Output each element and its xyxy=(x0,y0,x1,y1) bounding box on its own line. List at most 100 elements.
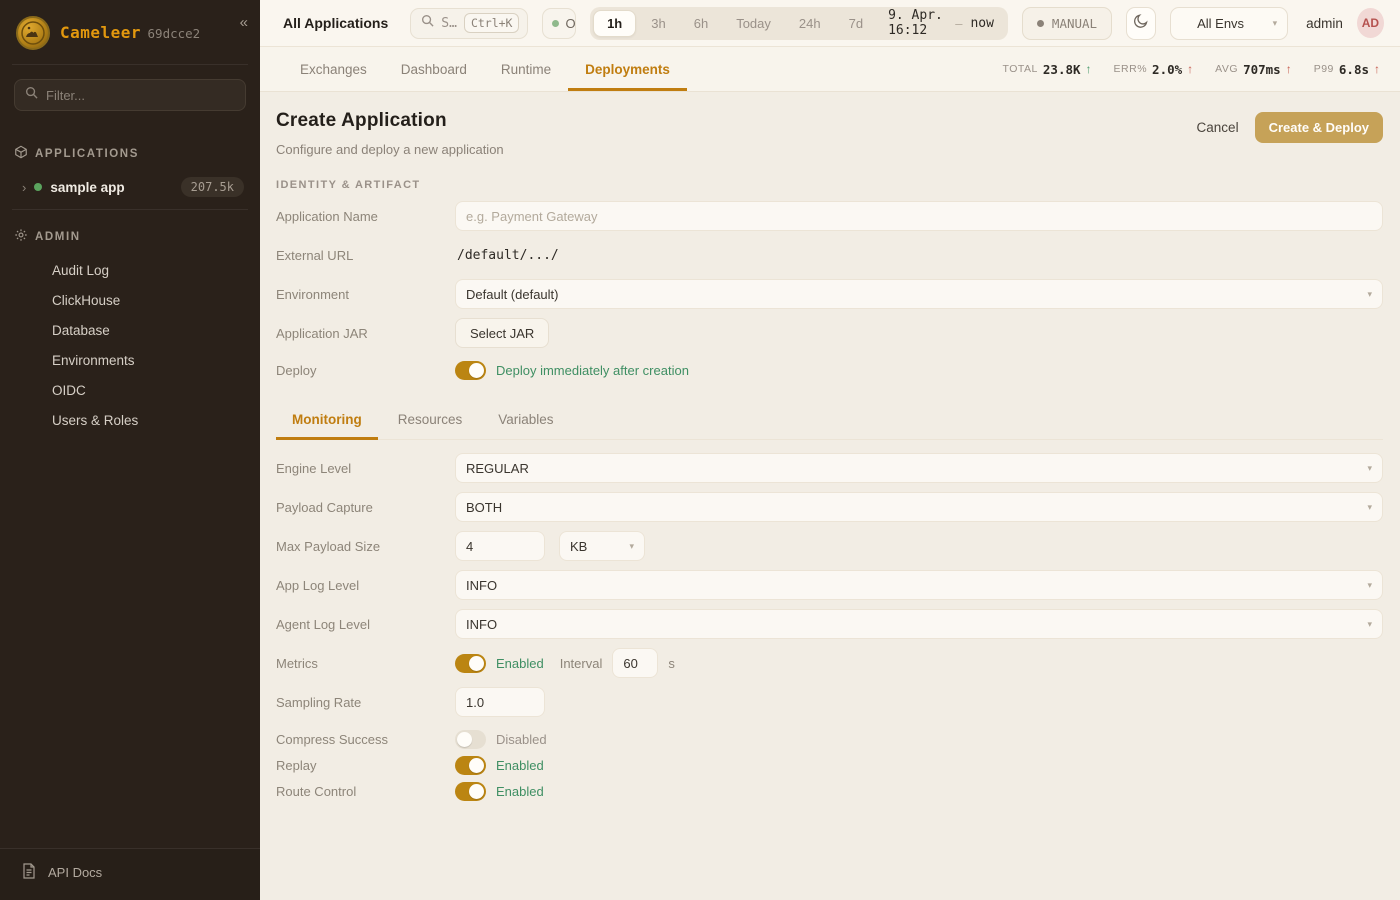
interval-input[interactable] xyxy=(612,648,658,678)
cancel-button[interactable]: Cancel xyxy=(1197,120,1239,135)
admin-section-header: ADMIN xyxy=(12,220,248,253)
time-from: 9. Apr. 16:12 xyxy=(888,8,947,38)
sidebar-item-clickhouse[interactable]: ClickHouse xyxy=(52,285,248,315)
sidebar-item-audit-log[interactable]: Audit Log xyxy=(52,255,248,285)
trend-up-icon: ↑ xyxy=(1374,62,1380,76)
scope-label: All Applications xyxy=(283,15,388,31)
tab-exchanges[interactable]: Exchanges xyxy=(283,47,384,91)
manual-label: MANUAL xyxy=(1052,16,1097,31)
trend-up-icon: ↑ xyxy=(1286,62,1292,76)
select-jar-button[interactable]: Select JAR xyxy=(455,318,549,348)
agent-log-level-select[interactable]: INFO ▾ xyxy=(455,609,1383,639)
max-payload-size-input[interactable] xyxy=(455,531,545,561)
environment-label: Environment xyxy=(276,287,455,302)
route-control-state: Enabled xyxy=(496,784,544,799)
app-log-level-value: INFO xyxy=(466,578,497,593)
stat-p99: P99 6.8s ↑ xyxy=(1314,62,1380,77)
agent-log-level-value: INFO xyxy=(466,617,497,632)
environment-filter-select[interactable]: All Envs ▾ xyxy=(1170,7,1288,40)
top-header: All Applications S… Ctrl+K O 1h 3h 6h To… xyxy=(260,0,1400,47)
app-name: sample app xyxy=(50,180,172,195)
refresh-mode-button[interactable]: MANUAL xyxy=(1022,7,1112,40)
tab-deployments[interactable]: Deployments xyxy=(568,47,687,91)
deploy-label: Deploy xyxy=(276,363,455,378)
tab-dashboard[interactable]: Dashboard xyxy=(384,47,484,91)
sidebar-item-database[interactable]: Database xyxy=(52,315,248,345)
route-control-toggle[interactable] xyxy=(455,782,486,801)
engine-level-value: REGULAR xyxy=(466,461,529,476)
create-deploy-button[interactable]: Create & Deploy xyxy=(1255,112,1383,143)
time-range-24h[interactable]: 24h xyxy=(786,11,834,36)
sidebar-collapse-icon[interactable]: « xyxy=(240,14,248,31)
sidebar-item-environments[interactable]: Environments xyxy=(52,345,248,375)
cube-icon xyxy=(14,145,28,162)
environment-select[interactable]: Default (default) ▾ xyxy=(455,279,1383,309)
content-panel: Create Application Configure and deploy … xyxy=(260,92,1400,900)
time-separator: – xyxy=(955,16,962,31)
manual-dot xyxy=(1037,20,1044,27)
metrics-toggle[interactable] xyxy=(455,654,486,673)
deploy-toggle-text: Deploy immediately after creation xyxy=(496,363,689,378)
time-range-7d[interactable]: 7d xyxy=(836,11,876,36)
brand-name: Cameleer xyxy=(60,23,141,42)
sampling-rate-label: Sampling Rate xyxy=(276,695,455,710)
sidebar-footer: API Docs xyxy=(0,848,260,900)
deploy-toggle[interactable] xyxy=(455,361,486,380)
page-title: Create Application xyxy=(276,110,504,132)
subtab-resources[interactable]: Resources xyxy=(382,403,479,440)
time-range-display[interactable]: 9. Apr. 16:12 – now xyxy=(888,8,994,38)
time-range-6h[interactable]: 6h xyxy=(681,11,721,36)
app-log-level-select[interactable]: INFO ▾ xyxy=(455,570,1383,600)
search-placeholder-text: S… xyxy=(441,16,457,31)
chevron-down-icon: ▾ xyxy=(1367,289,1372,300)
trend-up-icon: ↑ xyxy=(1187,62,1193,76)
sidebar-item-users-roles[interactable]: Users & Roles xyxy=(52,405,248,435)
stat-err: ERR% 2.0% ↑ xyxy=(1114,62,1194,77)
subtab-monitoring[interactable]: Monitoring xyxy=(276,403,378,440)
subtab-variables[interactable]: Variables xyxy=(482,403,569,440)
sidebar-filter[interactable] xyxy=(14,79,246,111)
external-url-value: /default/.../ xyxy=(455,248,559,263)
identity-section-title: IDENTITY & ARTIFACT xyxy=(276,179,1383,191)
chevron-right-icon[interactable]: › xyxy=(22,180,26,195)
stat-avg: AVG 707ms ↑ xyxy=(1215,62,1292,77)
max-payload-unit-select[interactable]: KB ▾ xyxy=(559,531,645,561)
stats-bar: TOTAL 23.8K ↑ ERR% 2.0% ↑ AVG 707ms ↑ P9… xyxy=(1003,62,1380,77)
gear-icon xyxy=(14,228,28,245)
time-to: now xyxy=(970,16,993,31)
replay-label: Replay xyxy=(276,758,455,773)
engine-level-label: Engine Level xyxy=(276,461,455,476)
tab-runtime[interactable]: Runtime xyxy=(484,47,568,91)
document-icon xyxy=(22,863,36,882)
time-range-3h[interactable]: 3h xyxy=(638,11,678,36)
metrics-label: Metrics xyxy=(276,656,455,671)
sampling-rate-input[interactable] xyxy=(455,687,545,717)
sidebar-item-oidc[interactable]: OIDC xyxy=(52,375,248,405)
dark-mode-toggle[interactable] xyxy=(1126,7,1156,40)
max-payload-size-label: Max Payload Size xyxy=(276,539,455,554)
application-name-input[interactable] xyxy=(455,201,1383,231)
time-range-today[interactable]: Today xyxy=(723,11,784,36)
connection-status-chip[interactable]: O xyxy=(542,8,576,39)
global-search[interactable]: S… Ctrl+K xyxy=(410,8,528,39)
brand-build-hash: 69dcce2 xyxy=(148,26,201,41)
time-range-1h[interactable]: 1h xyxy=(593,10,636,37)
interval-unit: s xyxy=(668,656,675,671)
page-subtitle: Configure and deploy a new application xyxy=(276,142,504,157)
payload-capture-select[interactable]: BOTH ▾ xyxy=(455,492,1383,522)
filter-input[interactable] xyxy=(46,88,235,103)
agent-log-level-label: Agent Log Level xyxy=(276,617,455,632)
search-shortcut-kbd: Ctrl+K xyxy=(464,13,520,33)
chevron-down-icon: ▾ xyxy=(1367,502,1372,513)
sidebar-item-sample-app[interactable]: › sample app 207.5k xyxy=(12,170,248,209)
payload-capture-value: BOTH xyxy=(466,500,502,515)
engine-level-select[interactable]: REGULAR ▾ xyxy=(455,453,1383,483)
compress-success-toggle[interactable] xyxy=(455,730,486,749)
app-count-badge: 207.5k xyxy=(181,177,244,197)
search-icon xyxy=(421,14,434,32)
api-docs-link[interactable]: API Docs xyxy=(12,863,248,882)
chevron-down-icon: ▾ xyxy=(1367,619,1372,630)
avatar[interactable]: AD xyxy=(1357,8,1384,38)
cameleer-logo-icon xyxy=(16,16,50,50)
replay-toggle[interactable] xyxy=(455,756,486,775)
